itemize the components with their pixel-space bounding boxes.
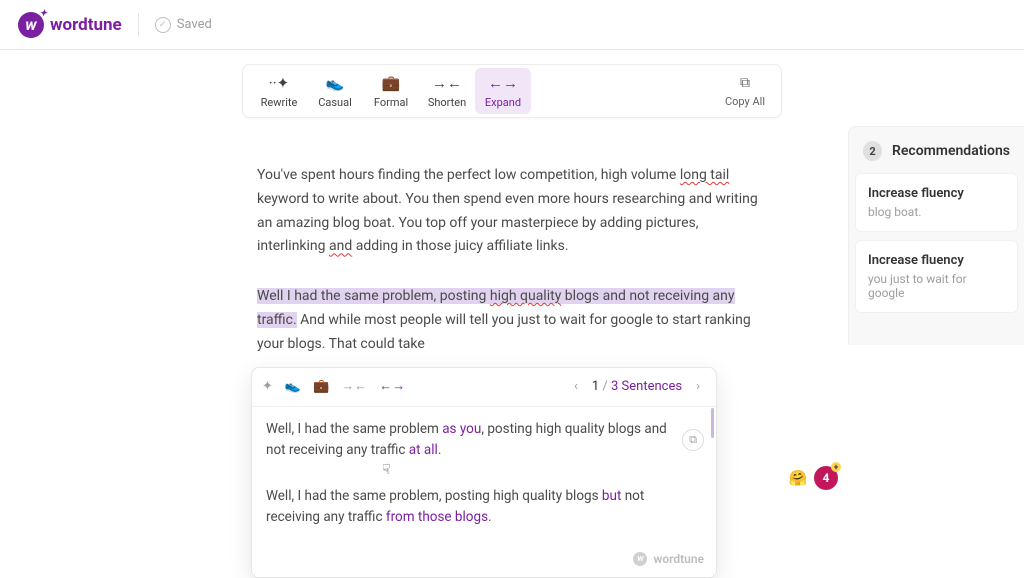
suggestions-popup: ✦ 👟 💼 →← ←→ ‹ 1 / 3 Sentences › Well, I … <box>251 367 717 578</box>
logo-mark-icon: w <box>633 552 647 566</box>
sentence-pager: ‹ 1 / 3 Sentences › <box>568 374 706 400</box>
casual-button[interactable]: 👟 Casual <box>307 68 363 114</box>
pager-total: 3 Sentences <box>611 379 682 394</box>
spell-error[interactable]: and <box>329 238 352 254</box>
mini-formal-button[interactable]: 💼 <box>313 376 329 398</box>
scrollbar[interactable] <box>711 408 714 438</box>
shorten-icon: →← <box>432 74 462 92</box>
logo-mark-icon: w <box>18 12 44 38</box>
formal-label: Formal <box>374 96 408 109</box>
app-header: w wordtune ✓ Saved <box>0 0 1024 50</box>
recommendation-snippet: you just to wait for google <box>868 272 1005 300</box>
brand-name: wordtune <box>50 15 122 35</box>
hugging-face-icon[interactable]: 🤗 <box>786 466 810 490</box>
recommendations-title: Recommendations <box>892 143 1010 159</box>
recommendation-title: Increase fluency <box>868 253 1005 268</box>
saved-label: Saved <box>177 17 212 32</box>
expand-icon: ←→ <box>488 74 518 92</box>
expand-label: Expand <box>485 96 521 109</box>
popup-brand: wordtune <box>653 549 704 569</box>
expand-button[interactable]: ←→ Expand <box>475 68 531 114</box>
brand-logo[interactable]: w wordtune <box>18 12 122 38</box>
copy-all-label: Copy All <box>725 95 765 108</box>
shorten-button[interactable]: →← Shorten <box>419 68 475 114</box>
sneaker-icon: 👟 <box>285 379 301 394</box>
reaction-count-badge[interactable]: 4 <box>814 466 838 490</box>
copy-suggestion-button[interactable]: ⧉ <box>682 429 704 451</box>
sparkle-icon: ✦ <box>262 379 273 394</box>
pager-prev[interactable]: ‹ <box>568 374 584 400</box>
rewrite-toolbar: ··✦ Rewrite 👟 Casual 💼 Formal →← Shorten… <box>242 64 782 118</box>
popup-footer: w wordtune <box>252 541 716 577</box>
paragraph-2: Well I had the same problem, posting hig… <box>257 285 767 356</box>
suggestion-item[interactable]: Well, I had the same problem as you, pos… <box>252 407 716 474</box>
check-icon: ✓ <box>155 17 171 33</box>
expand-icon: ←→ <box>379 379 405 394</box>
recommendation-card[interactable]: Increase fluency blog boat. <box>855 173 1018 232</box>
suggestion-item[interactable]: Well, I had the same problem, posting hi… <box>252 474 716 541</box>
formal-button[interactable]: 💼 Formal <box>363 68 419 114</box>
mini-shorten-button[interactable]: →← <box>341 376 367 398</box>
rewrite-button[interactable]: ··✦ Rewrite <box>251 68 307 114</box>
mini-casual-button[interactable]: 👟 <box>285 376 301 398</box>
spell-error[interactable]: long tail <box>680 167 729 183</box>
recommendation-title: Increase fluency <box>868 186 1005 201</box>
rewrite-label: Rewrite <box>261 96 298 109</box>
pager-current: 1 <box>592 379 599 394</box>
recommendations-panel: 2 Recommendations Increase fluency blog … <box>848 126 1024 345</box>
recommendation-card[interactable]: Increase fluency you just to wait for go… <box>855 240 1018 313</box>
copy-all-button[interactable]: ⧉ Copy All <box>717 75 773 108</box>
shorten-icon: →← <box>341 379 367 394</box>
document-editor[interactable]: You've spent hours finding the perfect l… <box>257 164 767 578</box>
paragraph-1: You've spent hours finding the perfect l… <box>257 164 767 259</box>
shorten-label: Shorten <box>428 96 466 109</box>
recommendations-count: 2 <box>863 141 882 161</box>
briefcase-icon: 💼 <box>382 74 401 92</box>
mini-expand-button[interactable]: ←→ <box>379 376 405 398</box>
casual-label: Casual <box>318 96 352 109</box>
sneaker-icon: 👟 <box>326 74 345 92</box>
save-status: ✓ Saved <box>138 13 212 37</box>
pager-next[interactable]: › <box>690 374 706 400</box>
reactions-bar[interactable]: 🤗 4 <box>786 466 838 490</box>
recommendation-snippet: blog boat. <box>868 205 1005 219</box>
sparkle-icon: ··✦ <box>269 74 289 92</box>
recommendations-header: 2 Recommendations <box>849 141 1024 173</box>
suggestions-toolbar: ✦ 👟 💼 →← ←→ ‹ 1 / 3 Sentences › <box>252 368 716 407</box>
briefcase-icon: 💼 <box>313 379 329 394</box>
copy-icon: ⧉ <box>740 75 750 91</box>
mini-rewrite-button[interactable]: ✦ <box>262 376 273 398</box>
